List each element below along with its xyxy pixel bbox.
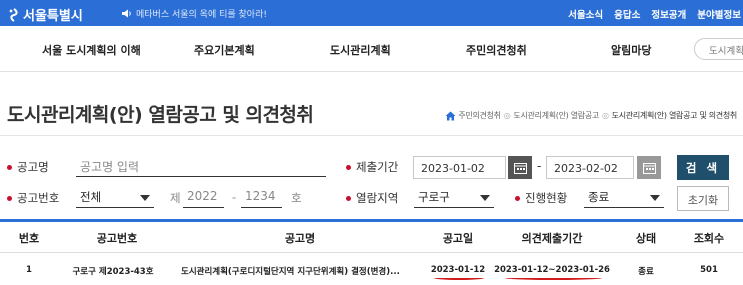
nav-item-understanding[interactable]: 서울 도시계획의 이해 (42, 42, 141, 58)
column-header-views[interactable]: 조회수 (694, 230, 724, 246)
nav-item-basic-plans[interactable]: 주요기본계획 (194, 42, 255, 58)
cell-date: 2023-01-12 (430, 265, 486, 275)
page-title: 도시관리계획(안) 열람공고 및 의견청취 (7, 104, 314, 126)
table-header-divider (0, 252, 743, 253)
main-nav: 서울 도시계획의 이해 주요기본계획 도시관리계획 주민의견청취 알림마당 도시… (0, 26, 743, 72)
top-link-eungdapso[interactable]: 응답소 (614, 7, 640, 21)
region-label: 열람지역 (346, 190, 398, 206)
seoul-logo-icon (9, 7, 18, 22)
notice-name-label-text: 공고명 (17, 160, 49, 174)
nav-item-notices[interactable]: 알림마당 (611, 42, 651, 58)
notice-no-prefix: 제 (170, 191, 181, 205)
calendar-icon[interactable] (637, 156, 661, 179)
start-date-input[interactable]: 2023-01-02 (413, 156, 506, 179)
column-header-period[interactable]: 의견제출기간 (522, 230, 583, 246)
notice-text: 메타버스 서울의 옥에 티를 찾아라! (136, 10, 267, 20)
notice-no-suffix: 호 (291, 191, 302, 205)
notice-no-select-value: 전체 (80, 190, 102, 204)
notice-year-input[interactable]: 2022 (183, 186, 224, 208)
cell-status: 종료 (638, 267, 654, 277)
status-label-text: 진행현황 (525, 191, 568, 205)
column-header-status[interactable]: 상태 (636, 230, 656, 246)
notice-no-select[interactable]: 전체 (76, 186, 154, 208)
status-select-value: 종료 (588, 190, 610, 204)
status-select[interactable]: 종료 (584, 186, 664, 208)
end-date-input[interactable]: 2023-02-02 (546, 156, 634, 179)
caret-down-icon (480, 195, 490, 201)
annotation-underline (505, 276, 602, 280)
annotation-underline (434, 276, 484, 280)
cell-period: 2023-01-12~2023-01-26 (494, 265, 610, 275)
breadcrumb-item[interactable]: 도시관리계획(안) 열람공고 (513, 110, 599, 121)
bullet-icon (515, 195, 520, 201)
top-link-seoul-news[interactable]: 서울소식 (568, 7, 603, 21)
caret-down-icon (650, 195, 660, 201)
table-top-border (0, 219, 743, 222)
column-header-date[interactable]: 공고일 (443, 230, 473, 246)
notice-name-label: 공고명 (7, 159, 49, 175)
seoul-logo[interactable]: 서울특별시 (8, 5, 83, 24)
cell-views: 501 (700, 265, 718, 275)
column-header-notice-no[interactable]: 공고번호 (97, 230, 137, 246)
calendar-icon[interactable] (508, 156, 532, 179)
bullet-icon (346, 164, 351, 170)
divider (0, 135, 743, 136)
top-link-field-info[interactable]: 분야별정보 (697, 7, 741, 21)
breadcrumb-item[interactable]: 주민의견청취 (458, 110, 501, 121)
notice-banner[interactable]: 메타버스 서울의 옥에 티를 찾아라! (122, 7, 267, 20)
breadcrumb: 주민의견청취 ◎ 도시관리계획(안) 열람공고 ◎ 도시관리계획(안) 열람공고… (445, 110, 737, 121)
region-select[interactable]: 구로구 (414, 186, 494, 208)
cell-notice-no: 구로구 제2023-43호 (72, 267, 154, 277)
notice-number-input[interactable]: 1234 (241, 186, 282, 208)
notice-no-label-text: 공고번호 (17, 191, 60, 205)
breadcrumb-separator-icon: ◎ (601, 111, 609, 120)
nav-item-resident-opinion[interactable]: 주민의견청취 (466, 42, 527, 58)
nav-item-management-plan[interactable]: 도시관리계획 (330, 42, 391, 58)
column-header-title[interactable]: 공고명 (285, 230, 315, 246)
speaker-icon (122, 9, 131, 18)
bullet-icon (346, 195, 351, 201)
breadcrumb-current: 도시관리계획(안) 열람공고 및 의견청취 (611, 111, 738, 120)
column-header-no[interactable]: 번호 (19, 230, 39, 246)
submit-period-label-text: 제출기간 (356, 160, 399, 174)
notice-name-input[interactable]: 공고명 입력 (76, 155, 326, 177)
top-links: 서울소식 응답소 정보공개 분야별정보 (568, 7, 741, 21)
breadcrumb-separator-icon: ◎ (503, 111, 511, 120)
region-label-text: 열람지역 (356, 191, 399, 205)
date-range-dash: - (537, 159, 542, 173)
cell-title-link[interactable]: 도시관리계획(구로디지털단지역 지구단위계획) 결정(변경)... (181, 265, 400, 277)
submit-period-label: 제출기간 (346, 159, 398, 175)
cell-no: 1 (26, 265, 32, 275)
status-label: 진행현황 (515, 190, 567, 206)
region-select-value: 구로구 (418, 190, 450, 204)
bullet-icon (7, 195, 12, 201)
nav-search-input[interactable]: 도시계획 (694, 38, 743, 60)
notice-no-label: 공고번호 (7, 190, 59, 206)
caret-down-icon (140, 195, 150, 201)
top-link-info-disclosure[interactable]: 정보공개 (651, 7, 686, 21)
reset-button[interactable]: 초기화 (677, 186, 729, 211)
home-icon[interactable] (445, 111, 456, 121)
top-bar: 서울특별시 메타버스 서울의 옥에 티를 찾아라! 서울소식 응답소 정보공개 … (0, 0, 743, 26)
search-button[interactable]: 검 색 (677, 155, 729, 180)
logo-text: 서울특별시 (23, 9, 83, 24)
bullet-icon (7, 164, 12, 170)
notice-no-dash: - (232, 190, 237, 204)
